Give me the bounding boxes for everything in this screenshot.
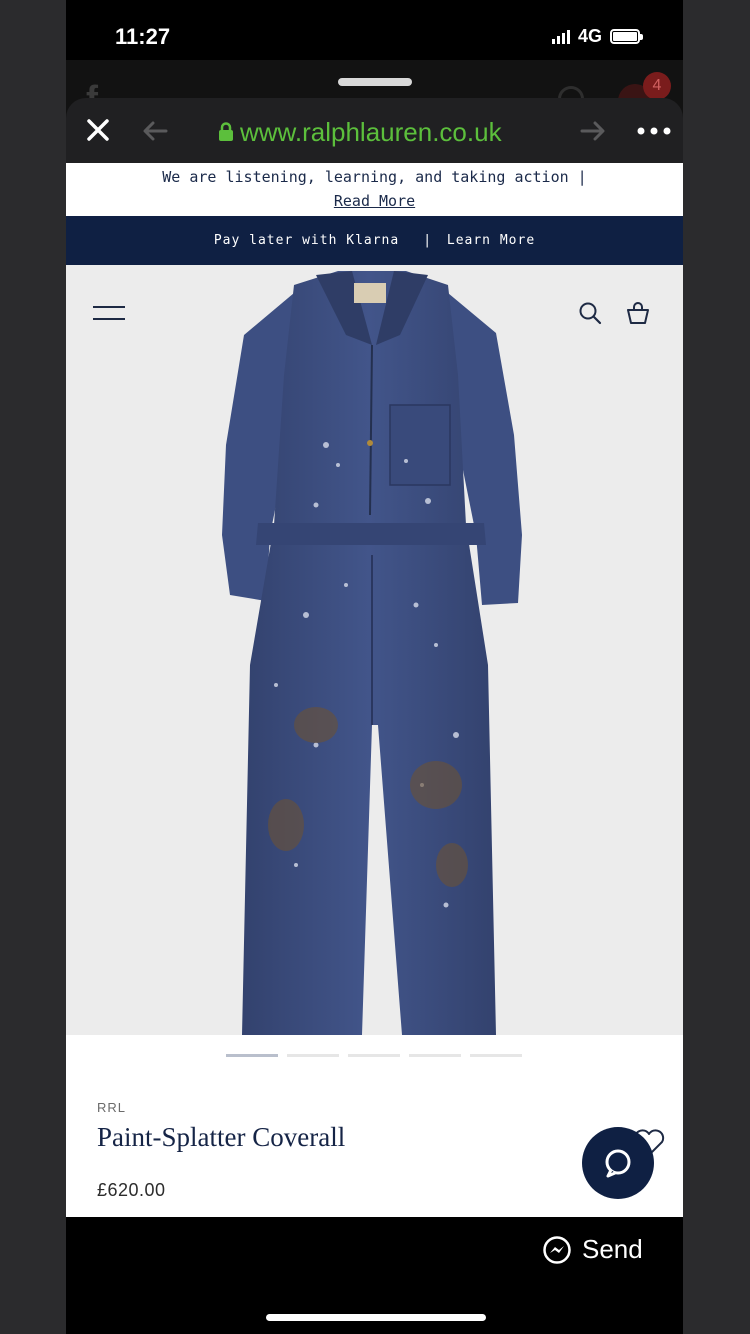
shopping-bag-icon[interactable]	[626, 301, 650, 325]
chat-button[interactable]	[582, 1127, 654, 1199]
klarna-banner: Pay later with Klarna | Learn More	[66, 216, 683, 265]
back-arrow-icon[interactable]	[140, 118, 170, 144]
send-button[interactable]: Send	[542, 1234, 643, 1265]
status-indicators: 4G	[552, 26, 644, 47]
notice-text: We are listening, learning, and taking a…	[162, 168, 587, 186]
product-price: £620.00	[97, 1180, 166, 1200]
carousel-dot[interactable]	[348, 1054, 400, 1057]
messenger-icon	[543, 1235, 571, 1264]
learn-more-link[interactable]: Learn More	[447, 233, 535, 248]
product-name: Paint-Splatter Coverall	[97, 1122, 346, 1152]
carousel-indicator[interactable]	[226, 1054, 522, 1057]
url-text: www.ralphlauren.co.uk	[240, 116, 502, 147]
network-label: 4G	[578, 26, 603, 46]
coverall-garment	[222, 271, 522, 1035]
product-image[interactable]	[66, 265, 683, 1035]
menu-icon[interactable]	[92, 305, 126, 321]
status-time: 11:27	[115, 24, 171, 49]
chat-bubble-icon	[605, 1149, 631, 1178]
product-brand: RRL	[97, 1100, 127, 1115]
close-icon[interactable]	[84, 116, 112, 144]
search-icon[interactable]	[578, 301, 602, 325]
promo-separator: |	[423, 233, 433, 248]
sheet-grabber[interactable]	[338, 78, 412, 86]
forward-arrow-icon[interactable]	[578, 118, 608, 144]
web-page: We are listening, learning, and taking a…	[66, 163, 683, 1217]
notice-banner: We are listening, learning, and taking a…	[66, 163, 683, 216]
klarna-text: Pay later with Klarna	[213, 233, 400, 248]
carousel-dot[interactable]	[226, 1054, 278, 1057]
carousel-dot[interactable]	[470, 1054, 522, 1057]
more-icon[interactable]	[636, 122, 672, 140]
battery-icon	[610, 29, 644, 44]
notification-badge: 4	[643, 72, 671, 100]
url-bar[interactable]: www.ralphlauren.co.uk	[218, 114, 502, 150]
carousel-dot[interactable]	[409, 1054, 461, 1057]
read-more-link[interactable]: Read More	[334, 192, 415, 210]
home-indicator[interactable]	[266, 1314, 486, 1321]
lock-icon	[219, 122, 233, 141]
carousel-dot[interactable]	[287, 1054, 339, 1057]
signal-icon	[552, 29, 570, 44]
send-label: Send	[582, 1234, 643, 1264]
